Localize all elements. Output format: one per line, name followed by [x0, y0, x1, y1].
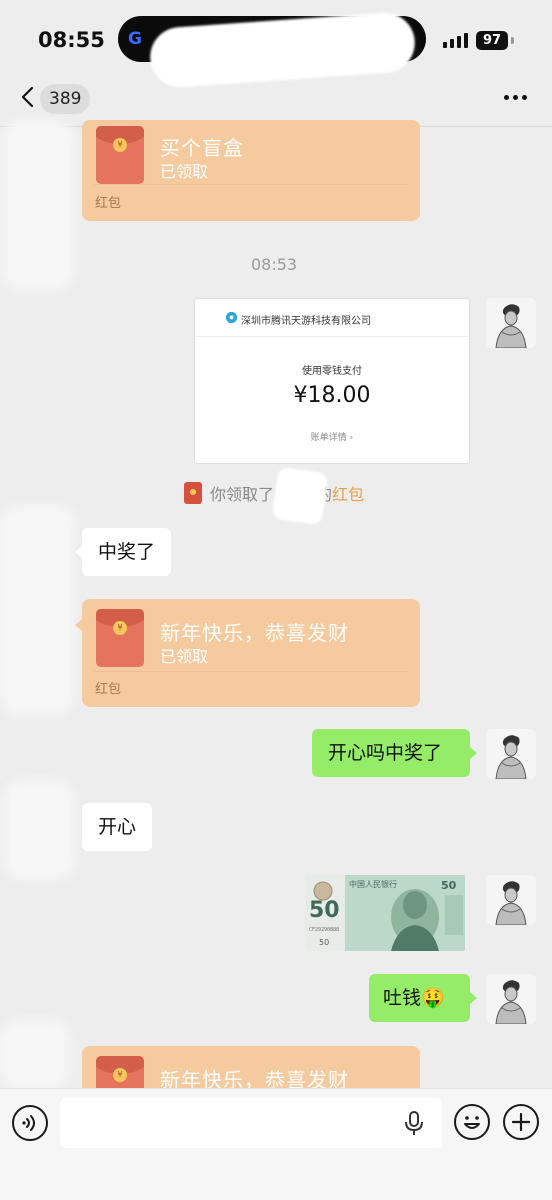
emoji-icon[interactable] [454, 1104, 490, 1140]
receipt-company: 深圳市腾讯天游科技有限公司 [241, 316, 371, 327]
receipt-amount: ¥18.00 [293, 383, 371, 408]
message-bubble[interactable]: 中奖了 [82, 528, 172, 576]
battery-icon: 97 [476, 31, 508, 50]
receipt-details-link[interactable]: 账单详情 › [195, 430, 469, 443]
bubble-tail [75, 619, 82, 631]
avatar-sketch [486, 729, 536, 779]
message-bubble[interactable]: 吐钱🤑 [369, 974, 470, 1022]
receipt-payment-method: 使用零钱支付 [302, 366, 362, 377]
message-input[interactable] [60, 1098, 442, 1148]
packet-title: 买个盲盒 [160, 136, 244, 160]
company-logo-icon [225, 311, 238, 324]
banknote-image[interactable]: 中国人民银行 50 50 CF29290888 50 [305, 875, 465, 951]
banknote-value-small: 50 [441, 879, 457, 892]
bubble-text: 吐钱 [383, 987, 422, 1009]
red-packet-card[interactable]: ¥ 新年快乐，恭喜发财 已领取 红包 [82, 599, 420, 707]
packet-label: 红包 [95, 196, 122, 211]
packet-divider [94, 184, 408, 185]
chevron-left-icon[interactable] [18, 86, 40, 108]
red-packet-icon: ¥ [96, 126, 144, 184]
banknote-value-corner: 50 [319, 938, 329, 947]
avatar-sketch [486, 875, 536, 925]
redaction-scribble [271, 466, 329, 526]
redacted-avatar [2, 120, 74, 290]
packet-label: 红包 [95, 682, 122, 697]
redacted-avatar [0, 505, 74, 715]
avatar[interactable] [486, 974, 536, 1024]
banknote-art: 中国人民银行 50 50 CF29290888 50 [305, 875, 465, 951]
banknote-value-large: 50 [309, 898, 340, 923]
avatar[interactable] [486, 298, 536, 348]
avatar-sketch [486, 298, 536, 348]
bubble-tail [75, 546, 82, 558]
packet-title: 新年快乐，恭喜发财 [160, 621, 349, 645]
more-dots-icon[interactable] [504, 95, 527, 100]
red-packet-icon [184, 482, 202, 504]
voice-icon[interactable] [12, 1105, 48, 1141]
money-mouth-emoji-icon: 🤑 [421, 987, 445, 1009]
packet-divider [94, 671, 408, 672]
island-text: G [128, 29, 142, 49]
avatar[interactable] [486, 875, 536, 925]
bubble-tail [470, 992, 477, 1004]
status-time: 08:55 [38, 28, 105, 52]
unread-count-badge[interactable]: 389 [40, 84, 91, 114]
packet-status: 已领取 [160, 162, 209, 181]
redacted-avatar [4, 780, 74, 880]
avatar-sketch [486, 974, 536, 1024]
avatar[interactable] [486, 729, 536, 779]
microphone-icon[interactable] [403, 1110, 425, 1136]
banknote-bank: 中国人民银行 [349, 879, 397, 889]
battery-cap [511, 37, 514, 44]
red-packet-card[interactable]: ¥ 买个盲盒 已领取 红包 [82, 120, 420, 221]
message-timestamp: 08:53 [251, 255, 298, 274]
message-bubble[interactable]: 开心吗中奖了 [312, 729, 470, 777]
payment-receipt-card[interactable]: 深圳市腾讯天游科技有限公司 使用零钱支付 ¥18.00 账单详情 › [194, 298, 470, 464]
cellular-signal-icon [443, 32, 468, 48]
red-packet-icon: ¥ [96, 609, 144, 667]
plus-icon[interactable] [503, 1104, 539, 1140]
message-bubble[interactable]: 开心 [82, 803, 153, 851]
notice-link[interactable]: 红包 [332, 481, 364, 505]
banknote-serial: CF29290888 [309, 927, 339, 933]
bubble-tail [470, 747, 477, 759]
packet-status: 已领取 [160, 647, 209, 666]
redacted-avatar [0, 1020, 70, 1090]
notice-prefix: 你领取了 [210, 485, 275, 504]
